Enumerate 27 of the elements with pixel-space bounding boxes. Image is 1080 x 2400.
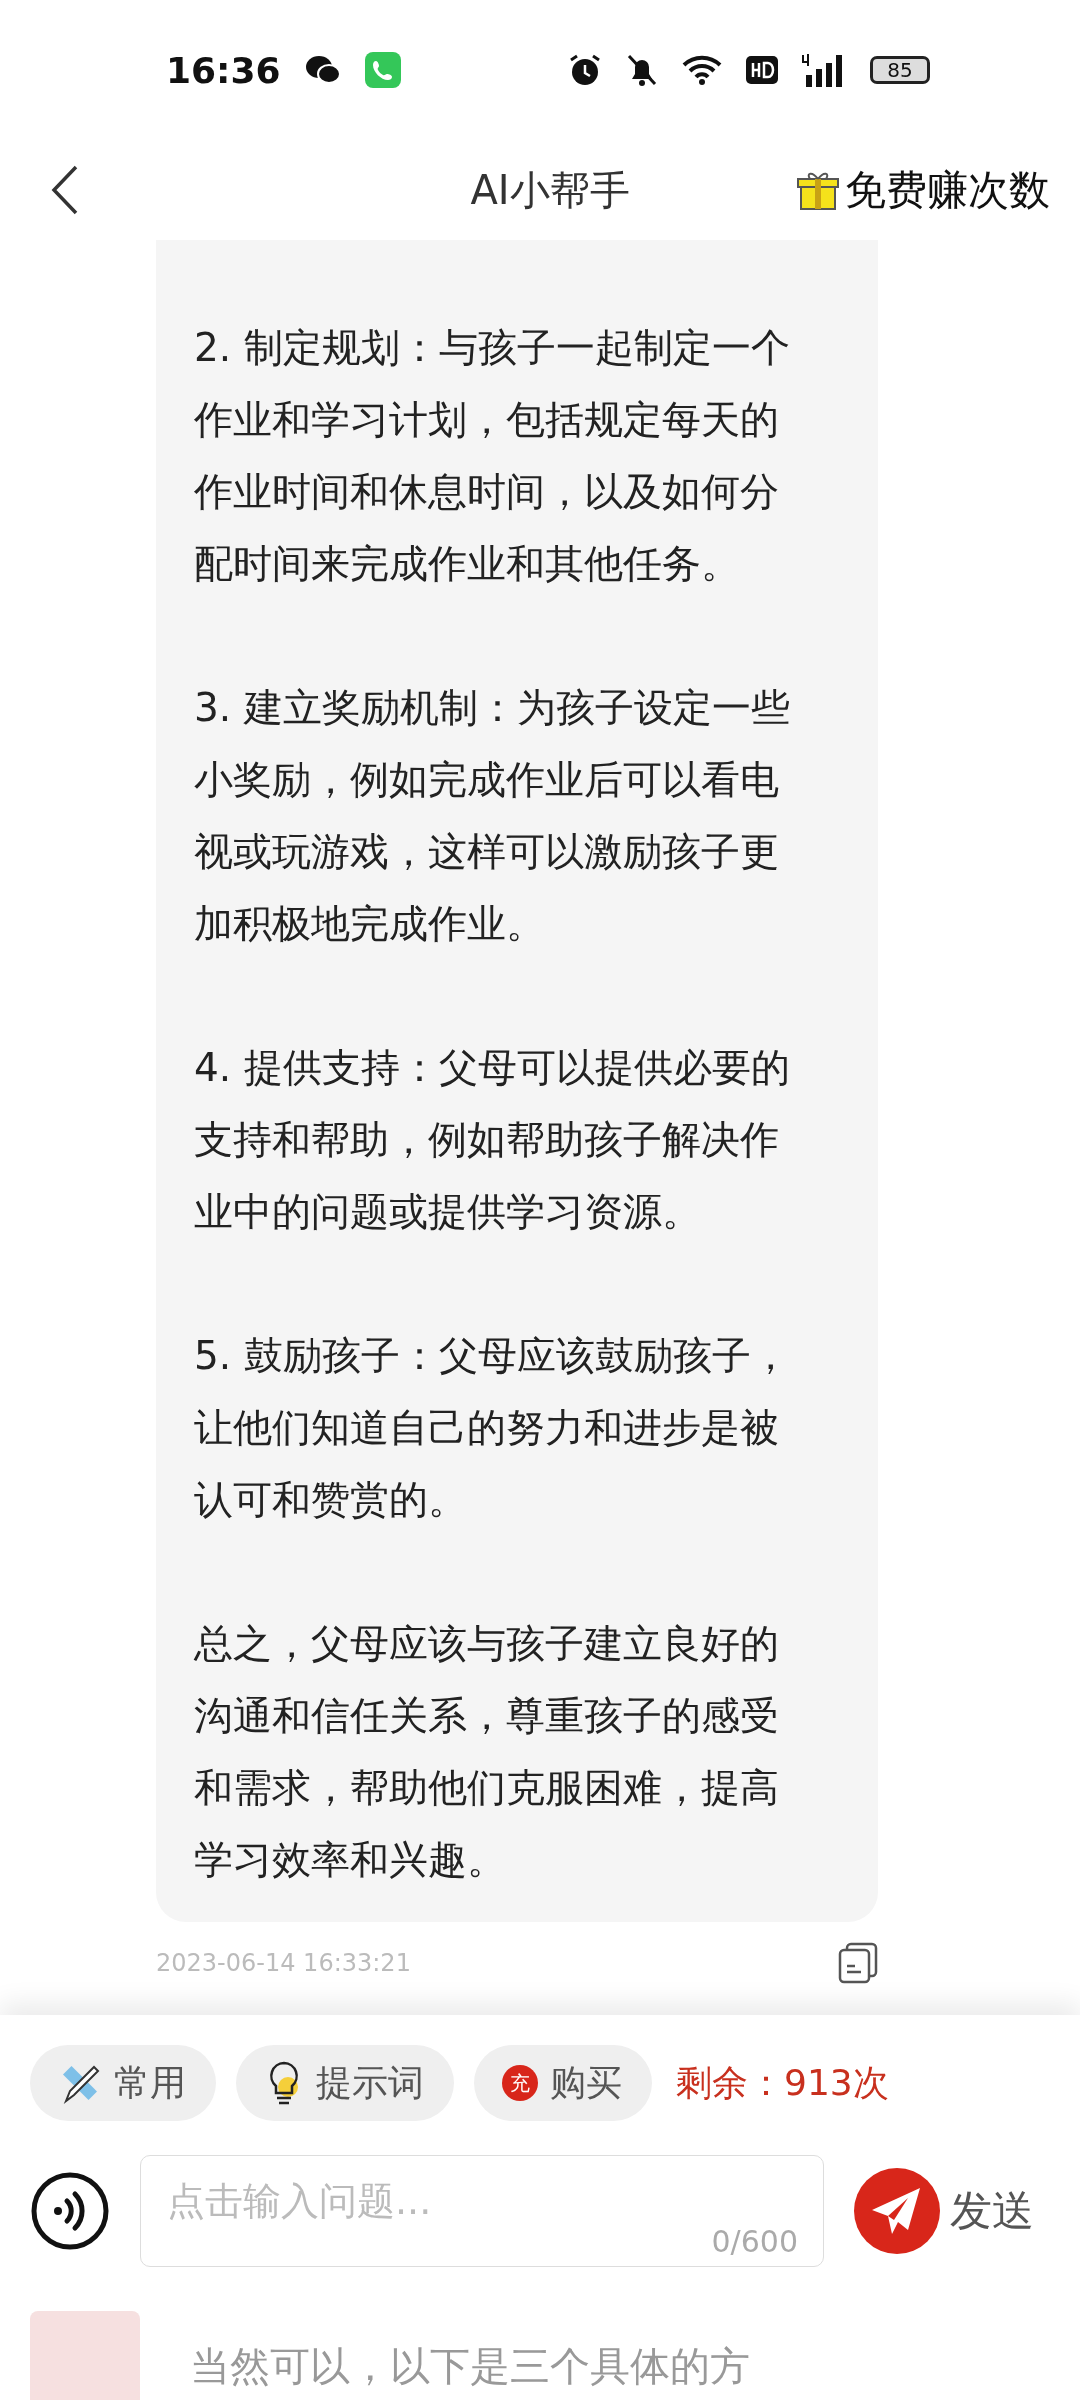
alarm-icon bbox=[568, 53, 602, 87]
back-button[interactable] bbox=[50, 164, 80, 216]
wifi-icon bbox=[682, 54, 722, 86]
answer-paragraph: 5. 鼓励孩子：父母应该鼓励孩子，让他们知道自己的努力和进步是被认可和赞赏的。 bbox=[194, 1332, 791, 1524]
recharge-badge: 充 bbox=[502, 2065, 538, 2101]
character-counter: 0/600 bbox=[711, 2224, 798, 2259]
send-button[interactable]: 发送 bbox=[854, 2168, 1034, 2254]
copy-icon[interactable] bbox=[838, 1942, 878, 1984]
earn-credits-button[interactable]: 免费赚次数 bbox=[795, 162, 1050, 218]
bell-muted-icon bbox=[626, 53, 658, 87]
remaining-count: 剩余：913次 bbox=[676, 2060, 889, 2105]
answer-paragraph: 总之，父母应该与孩子建立良好的沟通和信任关系，尊重孩子的感受和需求，帮助他们克服困难，提高学习效率和兴趣。 bbox=[194, 1620, 780, 1884]
voice-input-icon[interactable] bbox=[30, 2171, 110, 2251]
page-title: AI小帮手 bbox=[470, 165, 630, 215]
shortcut-chip[interactable]: 充 购买 bbox=[474, 2045, 652, 2121]
phone-app-icon bbox=[364, 52, 401, 88]
hd-icon bbox=[746, 56, 778, 84]
answer-paragraph: 4. 提供支持：父母可以提供必要的支持和帮助，例如帮助孩子解决作业中的问题或提供学习资源。 bbox=[194, 1044, 791, 1236]
paper-plane-icon bbox=[854, 2168, 940, 2254]
message-timestamp: 2023-06-14 16:33:21 bbox=[156, 1949, 411, 1977]
battery-icon: 85 bbox=[870, 56, 930, 84]
status-time: 16:36 bbox=[166, 49, 281, 91]
shortcut-chip[interactable]: 提示词 bbox=[236, 2045, 454, 2121]
faded-message-text: 当然可以，以下是三个具体的方 bbox=[190, 2341, 750, 2391]
answer-paragraph: 3. 建立奖励机制：为孩子设定一些小奖励，例如完成作业后可以看电视或玩游戏，这样可以激励孩子更加积极地完成作业。 bbox=[194, 684, 791, 948]
shortcut-chip[interactable]: 常用 bbox=[30, 2045, 216, 2121]
answer-paragraph: 2. 制定规划：与孩子一起制定一个作业和学习计划，包括规定每天的作业时间和休息时间，以及如何分配时间来完成作业和其他任务。 bbox=[194, 324, 791, 588]
